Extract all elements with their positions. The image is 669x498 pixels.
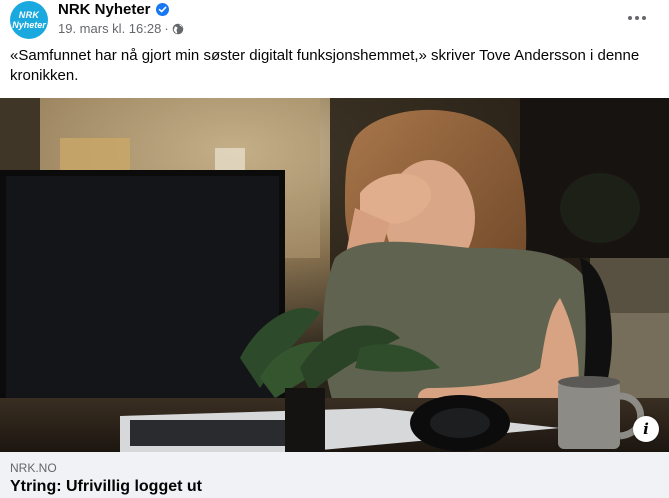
page-name-row: NRK Nyheter <box>58 1 169 18</box>
link-title[interactable]: Ytring: Ufrivillig logget ut <box>10 478 202 496</box>
link-domain: NRK.NO <box>10 461 57 475</box>
verified-badge-icon <box>155 3 169 16</box>
globe-icon <box>172 23 184 35</box>
avatar-text-bottom: Nyheter <box>12 19 46 30</box>
page-name-link[interactable]: NRK Nyheter <box>58 1 151 18</box>
facebook-post: NRK Nyheter NRK Nyheter 19. mars kl. 16:… <box>0 0 669 498</box>
post-timestamp[interactable]: 19. mars kl. 16:28 <box>58 21 161 36</box>
post-header: NRK Nyheter NRK Nyheter 19. mars kl. 16:… <box>0 0 669 44</box>
avatar-text-top: NRK <box>18 9 40 20</box>
post-meta: 19. mars kl. 16:28 · <box>58 21 184 36</box>
more-options-icon[interactable] <box>625 6 649 30</box>
link-preview[interactable]: NRK.NO Ytring: Ufrivillig logget ut <box>0 452 669 498</box>
meta-separator: · <box>164 21 169 36</box>
info-icon[interactable]: i <box>633 416 659 442</box>
photo-illustration <box>0 98 669 452</box>
page-avatar[interactable]: NRK Nyheter <box>10 1 48 39</box>
article-photo[interactable]: i <box>0 98 669 452</box>
post-caption: «Samfunnet har nå gjort min søster digit… <box>10 47 640 84</box>
